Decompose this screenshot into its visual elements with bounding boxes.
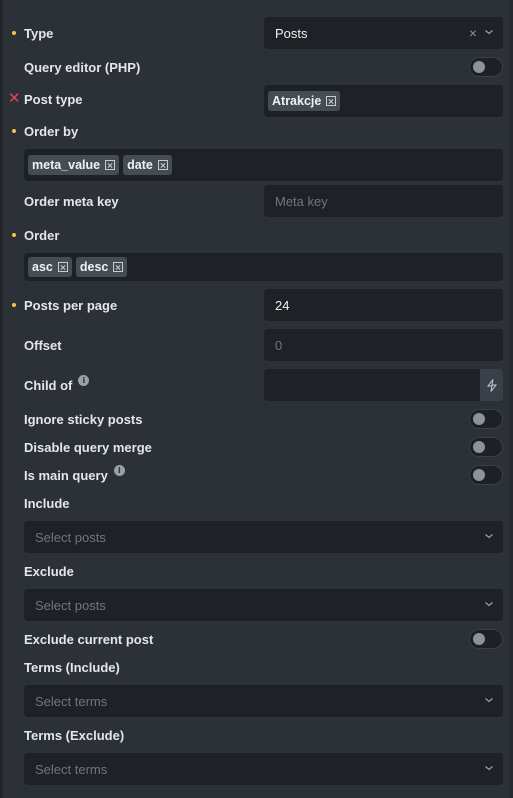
type-label: Type [24,25,54,41]
chevron-down-icon [485,698,493,703]
child-of-input[interactable] [264,369,503,401]
terms-exclude-placeholder: Select terms [35,761,108,777]
clear-icon[interactable]: × [469,25,477,41]
order-meta-key-label: Order meta key [24,193,119,209]
remove-tag-icon[interactable] [105,160,116,170]
toggle-knob [473,469,485,481]
include-placeholder: Select posts [35,529,106,545]
tag-asc: asc [28,257,72,277]
child-of-label: Child of [24,377,73,393]
chevron-down-icon [485,534,493,539]
tag-label: Atrakcje [272,94,322,108]
info-icon[interactable]: i [78,374,90,386]
toggle-knob [473,441,485,453]
order-label: Order [24,227,60,243]
type-select[interactable]: Posts × [264,17,503,49]
exclude-placeholder: Select posts [35,597,106,613]
chevron-down-icon [485,602,493,607]
ignore-sticky-label: Ignore sticky posts [24,411,143,427]
query-settings-panel: Type Posts × Query editor (PHP) ✕ Post t… [0,0,513,798]
required-dot [12,31,16,35]
tag-date: date [123,155,172,175]
tag-meta-value: meta_value [28,155,120,175]
toggle-knob [473,413,485,425]
is-main-query-row: Is main query i [24,464,125,483]
order-meta-key-placeholder: Meta key [275,193,328,209]
is-main-query-toggle[interactable] [469,465,503,485]
exclude-select[interactable]: Select posts [24,589,503,621]
offset-input[interactable]: 0 [264,329,503,361]
terms-exclude-label: Terms (Exclude) [24,727,125,743]
query-editor-label: Query editor (PHP) [24,59,141,75]
include-select[interactable]: Select posts [24,521,503,553]
include-label: Include [24,495,70,511]
exclude-current-toggle[interactable] [469,629,503,649]
terms-include-placeholder: Select terms [35,693,108,709]
tag-atrakcje: Atrakcje [268,91,341,111]
remove-tag-icon[interactable] [57,262,68,272]
terms-include-label: Terms (Include) [24,659,120,675]
offset-placeholder: 0 [275,337,283,353]
chevron-down-icon [485,30,493,35]
error-x-icon: ✕ [8,90,21,107]
type-value: Posts [275,25,308,41]
tag-label: date [127,158,153,172]
exclude-label: Exclude [24,563,74,579]
tag-label: meta_value [32,158,101,172]
chevron-down-icon [485,766,493,771]
offset-label: Offset [24,337,62,353]
remove-tag-icon[interactable] [113,262,124,272]
terms-exclude-select[interactable]: Select terms [24,753,503,785]
disable-merge-label: Disable query merge [24,439,152,455]
post-type-select[interactable]: Atrakcje [264,85,503,117]
posts-per-page-input[interactable]: 24 [264,289,503,321]
query-editor-toggle[interactable] [469,57,503,77]
ignore-sticky-toggle[interactable] [469,409,503,429]
order-by-select[interactable]: meta_value date [24,149,503,181]
info-icon[interactable]: i [113,464,125,476]
order-by-label: Order by [24,123,79,139]
disable-merge-toggle[interactable] [469,437,503,457]
required-dot [12,129,16,133]
tag-label: asc [32,260,53,274]
lightning-icon [486,378,497,392]
terms-include-select[interactable]: Select terms [24,685,503,717]
remove-tag-icon[interactable] [326,96,337,106]
order-select[interactable]: asc desc [24,253,503,281]
required-dot [12,233,16,237]
posts-per-page-label: Posts per page [24,297,118,313]
tag-label: desc [79,260,109,274]
toggle-knob [473,633,485,645]
tag-desc: desc [75,257,128,277]
is-main-query-label: Is main query [24,467,108,483]
toggle-knob [473,61,485,73]
child-of-row: Child of i [24,374,90,393]
exclude-current-label: Exclude current post [24,631,154,647]
required-dot [12,303,16,307]
post-type-label: Post type [24,91,83,107]
dynamic-data-button[interactable] [480,369,503,401]
remove-tag-icon[interactable] [157,160,168,170]
posts-per-page-value: 24 [275,297,290,313]
panel-left-edge [1,0,3,798]
order-meta-key-input[interactable]: Meta key [264,185,503,217]
